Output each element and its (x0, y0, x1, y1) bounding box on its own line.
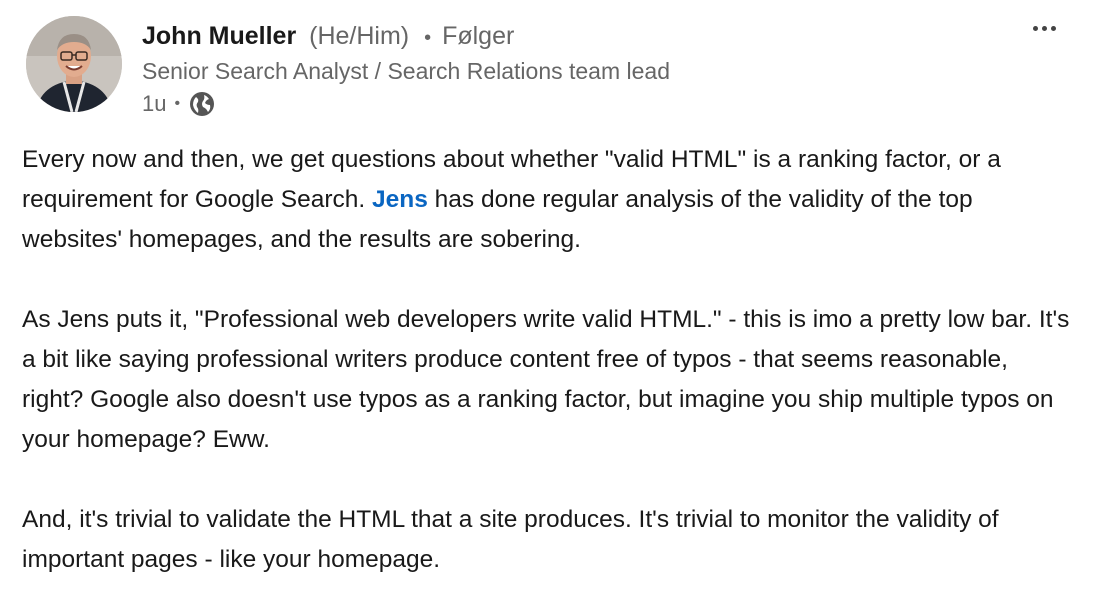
post-time: 1u (142, 91, 167, 116)
post-meta: 1u • (142, 89, 216, 119)
avatar-photo (26, 16, 122, 112)
more-options-button[interactable] (1022, 10, 1066, 46)
more-horizontal-icon (1032, 25, 1038, 31)
separator-dot: • (424, 27, 432, 49)
author-name[interactable]: John Mueller (142, 22, 296, 50)
meta-separator: • (174, 95, 181, 112)
post-paragraph: Every now and then, we get questions abo… (22, 140, 1072, 260)
globe-icon (188, 90, 216, 118)
more-horizontal-icon (1050, 25, 1056, 31)
post-paragraph: As Jens puts it, "Professional web devel… (22, 306, 1070, 453)
more-horizontal-icon (1041, 25, 1047, 31)
author-pronouns: (He/Him) (309, 22, 410, 50)
post-body: Every now and then, we get questions abo… (22, 140, 1072, 592)
follow-status: Følger (442, 22, 515, 50)
author-line: John Mueller (He/Him) • Følger (142, 20, 514, 54)
author-headline: Senior Search Analyst / Search Relations… (142, 58, 671, 84)
mention-link-jens[interactable]: Jens (372, 186, 428, 213)
post-paragraph: And, it's trivial to validate the HTML t… (22, 506, 999, 573)
avatar[interactable] (26, 16, 122, 112)
feed-post: John Mueller (He/Him) • Følger Senior Se… (0, 0, 1094, 592)
